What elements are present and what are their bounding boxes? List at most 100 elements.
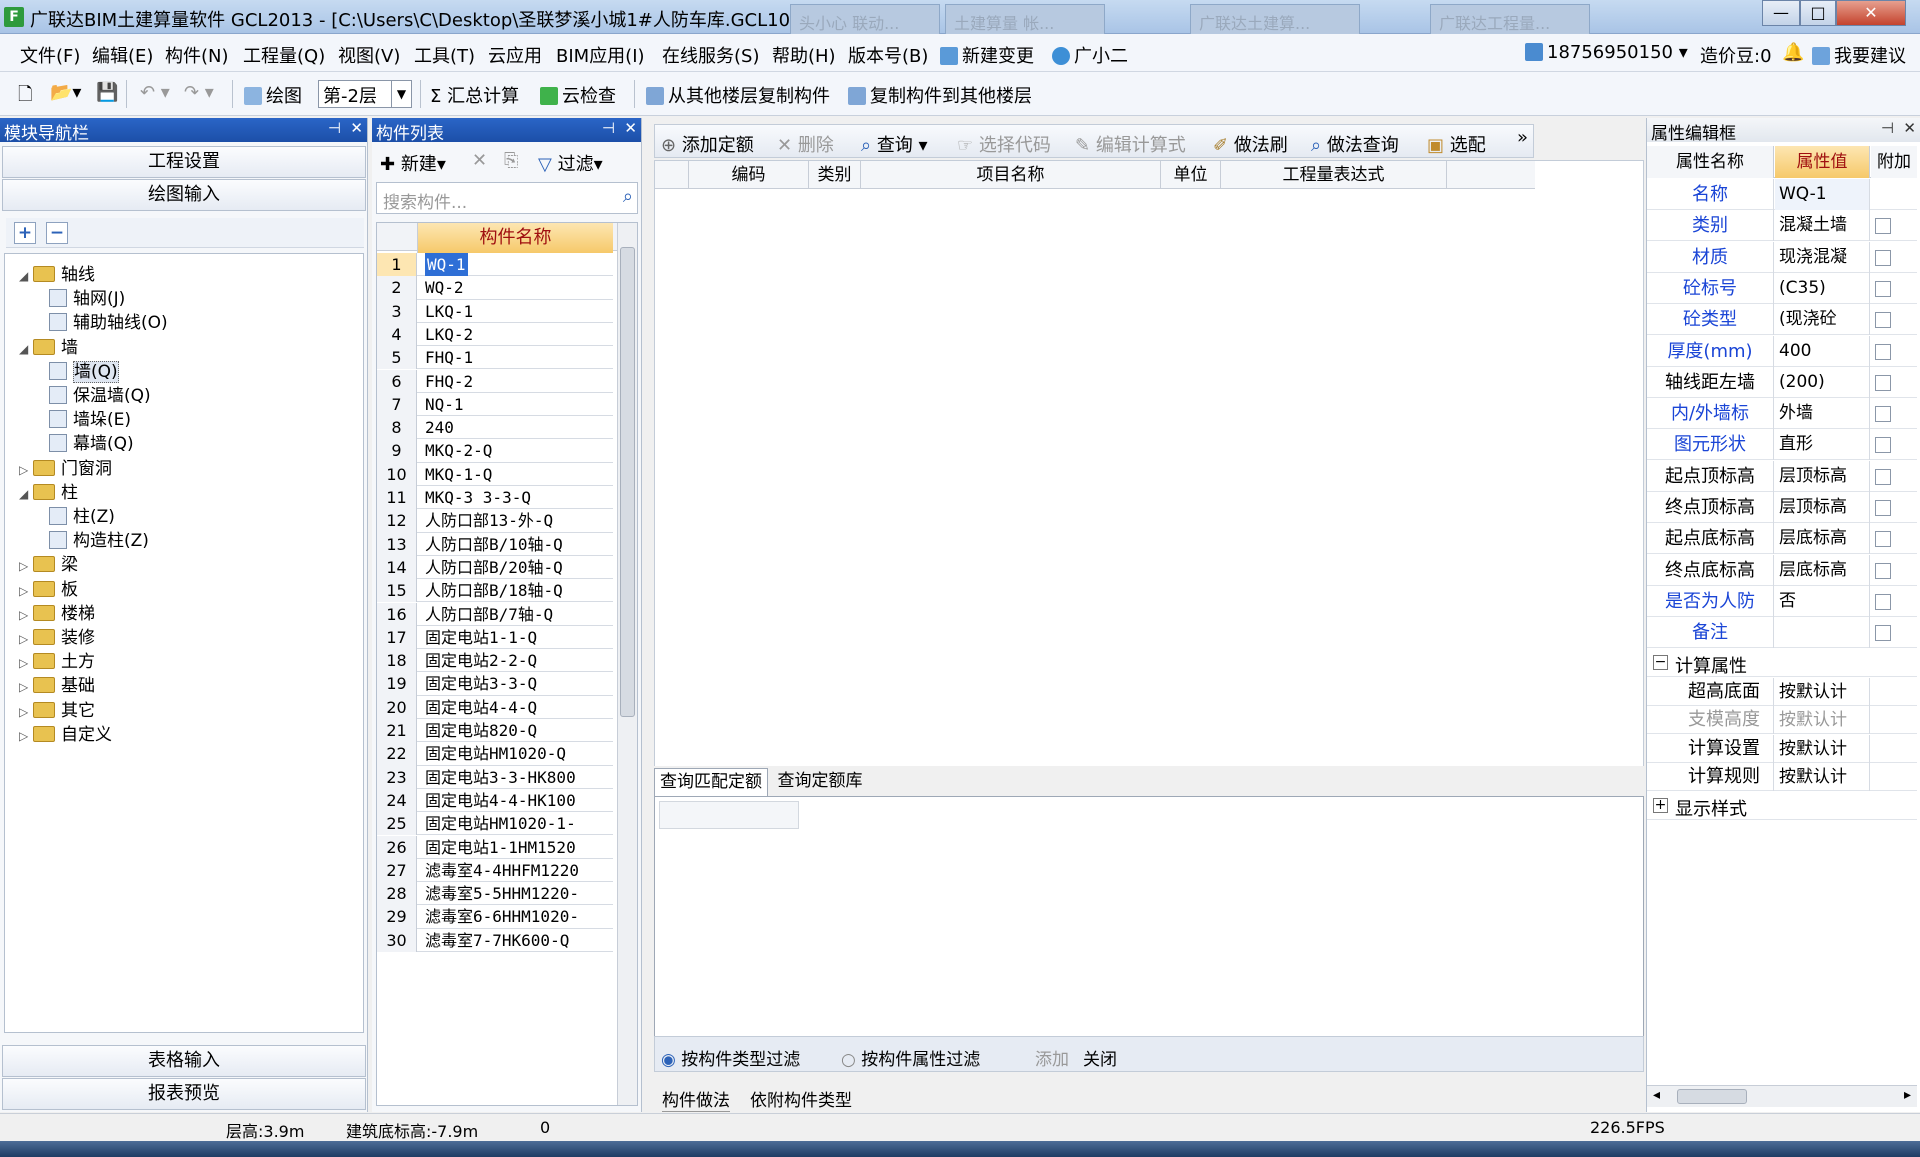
property-row[interactable]: 终点顶标高 层顶标高 bbox=[1647, 492, 1917, 523]
component-row[interactable]: 22 固定电站HM1020-Q bbox=[377, 742, 613, 766]
property-value[interactable]: 层顶标高 bbox=[1775, 460, 1870, 492]
delete-icon[interactable]: ✕ bbox=[472, 150, 487, 171]
property-row[interactable]: 名称 WQ-1 bbox=[1647, 179, 1917, 210]
attach-checkbox[interactable] bbox=[1875, 312, 1891, 329]
maximize-button[interactable]: □ bbox=[1800, 0, 1836, 26]
column-item-name[interactable]: 项目名称 bbox=[861, 161, 1161, 189]
calc-property-row[interactable]: 支模高度 按默认计 bbox=[1647, 706, 1917, 735]
calc-property-row[interactable]: 超高底面 按默认计 bbox=[1647, 677, 1917, 706]
tree-item[interactable]: 柱(Z) bbox=[49, 502, 115, 527]
property-row[interactable]: 起点顶标高 层顶标高 bbox=[1647, 460, 1917, 492]
property-value[interactable]: 按默认计 bbox=[1775, 734, 1870, 763]
attach-checkbox[interactable] bbox=[1875, 500, 1891, 516]
property-row[interactable]: 图元形状 直形 bbox=[1647, 429, 1917, 461]
property-value[interactable]: (现浇砼 bbox=[1775, 304, 1870, 336]
component-row[interactable]: 13 人防口部B/10轴-Q bbox=[377, 532, 613, 556]
tree-item[interactable]: 墙垛(E) bbox=[49, 405, 131, 430]
tree-folder[interactable]: ▷ 装修 bbox=[19, 623, 95, 648]
copy-to-floor-button[interactable]: 复制构件到其他楼层 bbox=[848, 82, 1032, 108]
close-filter-button[interactable]: 关闭 bbox=[1083, 1045, 1117, 1070]
expand-all-icon[interactable]: + bbox=[14, 222, 36, 244]
tree-item[interactable]: 构造柱(Z) bbox=[49, 526, 149, 551]
component-row[interactable]: 1 WQ-1 bbox=[377, 253, 613, 277]
collapsed-arrow-icon[interactable]: ▷ bbox=[19, 680, 33, 694]
menu-view[interactable]: 视图(V) bbox=[338, 42, 400, 68]
vertical-scrollbar[interactable] bbox=[617, 223, 637, 1105]
property-value[interactable]: 层底标高 bbox=[1775, 523, 1870, 555]
minimize-button[interactable]: — bbox=[1762, 0, 1800, 26]
search-icon[interactable]: ⌕ bbox=[623, 186, 633, 207]
column-unit[interactable]: 单位 bbox=[1161, 161, 1221, 189]
display-group-row[interactable]: + 显示样式 bbox=[1647, 792, 1917, 820]
collapsed-arrow-icon[interactable]: ▷ bbox=[19, 656, 33, 670]
component-row[interactable]: 8 240 bbox=[377, 416, 613, 440]
expanded-arrow-icon[interactable]: ◢ bbox=[19, 342, 33, 356]
more-tools-button[interactable]: » bbox=[1517, 127, 1528, 148]
collapsed-arrow-icon[interactable]: ▷ bbox=[19, 559, 33, 573]
tree-folder[interactable]: ▷ 板 bbox=[19, 575, 78, 600]
pin-close-icons[interactable]: ⊣ ✕ bbox=[1881, 119, 1916, 137]
tree-item[interactable]: 幕墙(Q) bbox=[49, 429, 134, 454]
component-row[interactable]: 23 固定电站3-3-HK800 bbox=[377, 765, 613, 789]
delete-quota-button[interactable]: ✕ 删除 bbox=[777, 131, 834, 157]
property-value[interactable]: 层底标高 bbox=[1775, 554, 1870, 586]
component-row[interactable]: 6 FHQ-2 bbox=[377, 369, 613, 393]
edit-formula-button[interactable]: ✎ 编辑计算式 bbox=[1075, 131, 1186, 157]
property-value[interactable]: 按默认计 bbox=[1775, 677, 1870, 706]
method-query-button[interactable]: ⌕ 做法查询 bbox=[1311, 131, 1399, 157]
attach-checkbox[interactable] bbox=[1875, 531, 1891, 548]
component-row[interactable]: 16 人防口部B/7轴-Q bbox=[377, 602, 613, 626]
query-button[interactable]: ⌕ 查询 ▾ bbox=[861, 131, 928, 157]
horizontal-scrollbar[interactable]: ◂ ▸ bbox=[1647, 1085, 1917, 1107]
report-preview-button[interactable]: 报表预览 bbox=[2, 1078, 366, 1110]
pin-close-icons[interactable]: ⊣ ✕ bbox=[602, 119, 637, 137]
background-tab-3[interactable]: 广联达土建算... bbox=[1190, 4, 1360, 34]
column-expression[interactable]: 工程量表达式 bbox=[1221, 161, 1447, 189]
tree-folder[interactable]: ◢ 柱 bbox=[19, 478, 78, 503]
component-row[interactable]: 18 固定电站2-2-Q bbox=[377, 649, 613, 673]
property-row[interactable]: 砼类型 (现浇砼 bbox=[1647, 304, 1917, 336]
tree-item[interactable]: 保温墙(Q) bbox=[49, 381, 151, 406]
component-row[interactable]: 21 固定电站820-Q bbox=[377, 719, 613, 743]
draw-button[interactable]: 绘图 bbox=[244, 82, 302, 108]
tree-folder[interactable]: ▷ 其它 bbox=[19, 696, 95, 721]
component-row[interactable]: 20 固定电站4-4-Q bbox=[377, 695, 613, 719]
tree-folder[interactable]: ▷ 基础 bbox=[19, 671, 95, 696]
collapsed-arrow-icon[interactable]: ▷ bbox=[19, 608, 33, 622]
menu-version[interactable]: 版本号(B) bbox=[848, 42, 928, 68]
tree-folder[interactable]: ▷ 门窗洞 bbox=[19, 454, 112, 479]
property-value[interactable]: (C35) bbox=[1775, 272, 1870, 304]
menu-file[interactable]: 文件(F) bbox=[20, 42, 80, 68]
column-code[interactable]: 编码 bbox=[689, 161, 809, 189]
expanded-arrow-icon[interactable]: ◢ bbox=[19, 269, 33, 283]
calc-property-row[interactable]: 计算规则 按默认计 bbox=[1647, 763, 1917, 792]
expand-group-icon[interactable]: + bbox=[1653, 797, 1668, 813]
draw-input-button[interactable]: 绘图输入 bbox=[2, 179, 366, 211]
table-input-button[interactable]: 表格输入 bbox=[2, 1045, 366, 1077]
component-row[interactable]: 17 固定电站1-1-Q bbox=[377, 625, 613, 650]
select-code-button[interactable]: ☞ 选择代码 bbox=[957, 131, 1051, 157]
attach-checkbox[interactable] bbox=[1875, 625, 1891, 642]
menu-tools[interactable]: 工具(T) bbox=[414, 42, 475, 68]
component-row[interactable]: 25 固定电站HM1020-1- bbox=[377, 812, 613, 836]
tab-quota-library[interactable]: 查询定额库 bbox=[770, 768, 870, 796]
property-value[interactable]: WQ-1 bbox=[1775, 179, 1870, 210]
component-search-input[interactable]: 搜索构件... ⌕ bbox=[376, 182, 638, 214]
undo-icon[interactable]: ↶ ▾ bbox=[140, 82, 170, 103]
property-row[interactable]: 备注 bbox=[1647, 617, 1917, 649]
property-row[interactable]: 材质 现浇混凝 bbox=[1647, 241, 1917, 273]
property-value[interactable]: 按默认计 bbox=[1775, 706, 1870, 735]
property-row[interactable]: 类别 混凝土墙 bbox=[1647, 210, 1917, 242]
pin-close-icons[interactable]: ⊣ ✕ bbox=[328, 119, 363, 137]
collapsed-arrow-icon[interactable]: ▷ bbox=[19, 705, 33, 719]
assistant-button[interactable]: 广小二 bbox=[1052, 42, 1128, 68]
component-row[interactable]: 24 固定电站4-4-HK100 bbox=[377, 788, 613, 813]
column-header-name[interactable]: 构件名称 bbox=[417, 223, 613, 253]
property-value[interactable]: 直形 bbox=[1775, 429, 1870, 461]
menu-help[interactable]: 帮助(H) bbox=[772, 42, 836, 68]
component-row[interactable]: 30 滤毒室7-7HK600-Q bbox=[377, 928, 613, 952]
tree-folder[interactable]: ▷ 自定义 bbox=[19, 720, 112, 745]
project-settings-button[interactable]: 工程设置 bbox=[2, 146, 366, 178]
tree-item[interactable]: 墙(Q) bbox=[49, 357, 119, 383]
component-row[interactable]: 9 MKQ-2-Q bbox=[377, 439, 613, 463]
